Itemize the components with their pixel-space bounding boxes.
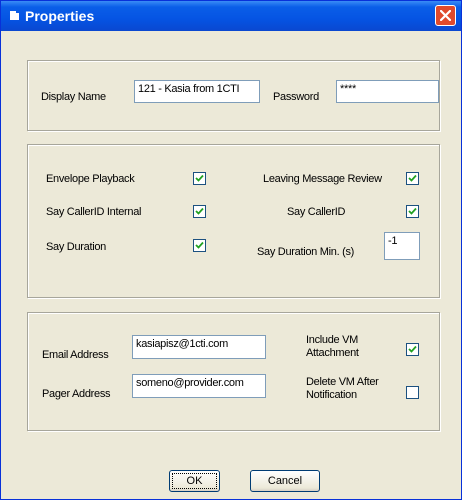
- say-duration-checkbox[interactable]: [193, 239, 206, 252]
- say-callerid-checkbox[interactable]: [406, 205, 419, 218]
- say-duration-label: Say Duration: [46, 241, 106, 253]
- ok-button[interactable]: OK: [169, 470, 220, 492]
- email-address-label: Email Address: [42, 349, 109, 361]
- include-vm-label-line2: Attachment: [306, 347, 359, 359]
- window-icon: [10, 11, 19, 20]
- checkmark-icon: [408, 207, 417, 215]
- say-callerid-internal-label: Say CallerID Internal: [46, 206, 142, 218]
- envelope-playback-checkbox[interactable]: [193, 172, 206, 185]
- checkmark-icon: [195, 241, 204, 249]
- close-icon: [440, 10, 451, 21]
- leaving-message-review-checkbox[interactable]: [406, 172, 419, 185]
- close-button[interactable]: [435, 5, 456, 26]
- window-title: Properties: [25, 8, 95, 24]
- say-callerid-internal-checkbox[interactable]: [193, 205, 206, 218]
- envelope-playback-label: Envelope Playback: [46, 173, 135, 185]
- say-duration-min-field[interactable]: -1: [384, 232, 420, 260]
- password-field[interactable]: ****: [336, 80, 439, 103]
- notification-group: [27, 312, 440, 431]
- cancel-button[interactable]: Cancel: [250, 470, 320, 492]
- delete-vm-label-line2: Notification: [306, 389, 357, 401]
- include-vm-attachment-checkbox[interactable]: [406, 343, 419, 356]
- delete-vm-after-notification-checkbox[interactable]: [406, 386, 419, 399]
- checkmark-icon: [408, 345, 417, 353]
- include-vm-label-line1: Include VM: [306, 334, 359, 346]
- display-name-field[interactable]: 121 - Kasia from 1CTI: [134, 80, 260, 103]
- delete-vm-label-line1: Delete VM After: [306, 376, 379, 388]
- pager-address-label: Pager Address: [42, 388, 111, 400]
- say-duration-min-label: Say Duration Min. (s): [257, 246, 355, 258]
- properties-dialog: Properties Display Name 121 - Kasia from…: [0, 0, 462, 500]
- email-address-field[interactable]: kasiapisz@1cti.com: [132, 335, 266, 359]
- say-callerid-label: Say CallerID: [287, 206, 346, 218]
- options-group: [27, 144, 440, 298]
- checkmark-icon: [408, 174, 417, 182]
- display-name-label: Display Name: [41, 91, 106, 103]
- password-label: Password: [273, 91, 319, 103]
- checkmark-icon: [195, 174, 204, 182]
- title-bar[interactable]: Properties: [1, 1, 461, 31]
- pager-address-field[interactable]: someno@provider.com: [132, 374, 266, 398]
- checkmark-icon: [195, 207, 204, 215]
- leaving-message-review-label: Leaving Message Review: [263, 173, 382, 185]
